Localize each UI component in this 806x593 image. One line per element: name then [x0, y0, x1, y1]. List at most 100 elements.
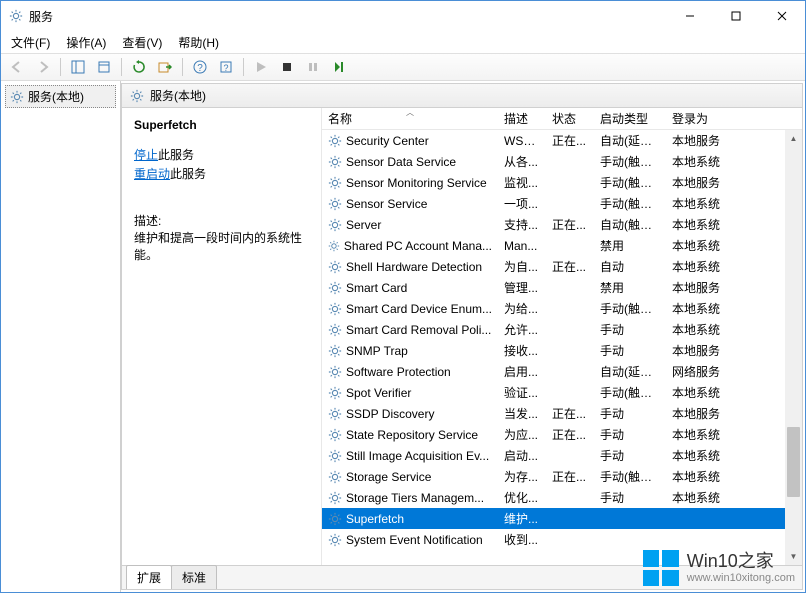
close-button[interactable]	[759, 1, 805, 31]
menu-action[interactable]: 操作(A)	[66, 34, 106, 51]
service-row[interactable]: Still Image Acquisition Ev...启动...手动本地系统	[322, 445, 802, 466]
export-list-button[interactable]	[153, 55, 177, 79]
row-logon: 本地系统	[666, 216, 736, 233]
menu-file[interactable]: 文件(F)	[11, 34, 50, 51]
service-row[interactable]: Smart Card管理...禁用本地服务	[322, 277, 802, 298]
service-row[interactable]: State Repository Service为应...正在...手动本地系统	[322, 424, 802, 445]
description-text: 维护和提高一段时间内的系统性能。	[134, 229, 309, 263]
row-logon: 本地服务	[666, 174, 736, 191]
service-row[interactable]: Security CenterWSC...正在...自动(延迟...本地服务	[322, 130, 802, 151]
service-row[interactable]: SNMP Trap接收...手动本地服务	[322, 340, 802, 361]
service-row[interactable]: System Event Notification 收到...	[322, 529, 802, 550]
service-row[interactable]: Sensor Monitoring Service监视...手动(触发...本地…	[322, 172, 802, 193]
help2-button[interactable]: ?	[214, 55, 238, 79]
service-row[interactable]: Smart Card Removal Poli...允许...手动本地系统	[322, 319, 802, 340]
row-startup: 自动(延迟...	[594, 132, 666, 149]
service-row[interactable]: Software Protection启用...自动(延迟...网络服务	[322, 361, 802, 382]
tree-node-services-local[interactable]: 服务(本地)	[5, 85, 116, 108]
restart-link[interactable]: 重启动	[134, 167, 170, 181]
gear-icon	[328, 386, 342, 400]
row-startup: 手动	[594, 405, 666, 422]
row-logon: 本地系统	[666, 300, 736, 317]
tab-standard[interactable]: 标准	[171, 565, 217, 589]
toolbar: ? ?	[1, 53, 805, 81]
service-row[interactable]: Server支持...正在...自动(触发...本地系统	[322, 214, 802, 235]
refresh-button[interactable]	[127, 55, 151, 79]
nav-back-button	[5, 55, 29, 79]
row-desc: 为存...	[498, 468, 546, 485]
row-desc: 收到...	[498, 531, 546, 548]
row-status: 正在...	[546, 405, 594, 422]
show-hide-tree-button[interactable]	[66, 55, 90, 79]
service-row[interactable]: Smart Card Device Enum...为给...手动(触发...本地…	[322, 298, 802, 319]
scroll-thumb[interactable]	[787, 427, 800, 497]
selected-service-name: Superfetch	[134, 118, 309, 132]
row-name: System Event Notification	[346, 533, 483, 547]
row-desc: 启用...	[498, 363, 546, 380]
service-row[interactable]: Spot Verifier验证...手动(触发...本地系统	[322, 382, 802, 403]
windows-logo-icon	[643, 550, 679, 586]
menu-view[interactable]: 查看(V)	[122, 34, 162, 51]
row-desc: 支持...	[498, 216, 546, 233]
maximize-button[interactable]	[713, 1, 759, 31]
row-logon: 本地系统	[666, 426, 736, 443]
minimize-button[interactable]	[667, 1, 713, 31]
row-startup: 手动(触发...	[594, 300, 666, 317]
row-desc: 一项...	[498, 195, 546, 212]
gear-icon	[328, 407, 342, 421]
service-row[interactable]: Shared PC Account Mana...Man...禁用本地系统	[322, 235, 802, 256]
column-headers: ︿ 名称 描述 状态 启动类型 登录为	[322, 108, 802, 130]
tree-pane: 服务(本地)	[1, 81, 121, 592]
tab-extended[interactable]: 扩展	[126, 565, 172, 589]
row-logon: 本地服务	[666, 132, 736, 149]
service-row[interactable]: Storage Service为存...正在...手动(触发...本地系统	[322, 466, 802, 487]
row-desc: 为自...	[498, 258, 546, 275]
service-row[interactable]: SSDP Discovery当发...正在...手动本地服务	[322, 403, 802, 424]
row-logon: 本地系统	[666, 384, 736, 401]
vertical-scrollbar[interactable]: ▲ ▼	[785, 130, 802, 565]
row-logon: 本地系统	[666, 447, 736, 464]
nav-forward-button	[31, 55, 55, 79]
row-desc: 优化...	[498, 489, 546, 506]
gear-icon	[328, 239, 340, 253]
row-logon: 本地服务	[666, 405, 736, 422]
scroll-up-icon[interactable]: ▲	[785, 130, 802, 147]
scroll-track[interactable]	[785, 147, 802, 548]
row-logon: 网络服务	[666, 363, 736, 380]
start-service-button	[249, 55, 273, 79]
row-name: Storage Tiers Managem...	[346, 491, 484, 505]
gear-icon	[328, 428, 342, 442]
row-desc: 验证...	[498, 384, 546, 401]
row-name: Shell Hardware Detection	[346, 260, 482, 274]
help-button[interactable]: ?	[188, 55, 212, 79]
row-name: Smart Card Removal Poli...	[346, 323, 491, 337]
service-row[interactable]: Storage Tiers Managem...优化...手动本地系统	[322, 487, 802, 508]
column-header-logon[interactable]: 登录为	[666, 110, 736, 127]
row-name: Spot Verifier	[346, 386, 411, 400]
stop-service-button[interactable]	[275, 55, 299, 79]
service-rows: Security CenterWSC...正在...自动(延迟...本地服务Se…	[322, 130, 802, 565]
column-header-startup[interactable]: 启动类型	[594, 110, 666, 127]
restart-service-button[interactable]	[327, 55, 351, 79]
service-row[interactable]: Shell Hardware Detection为自...正在...自动本地系统	[322, 256, 802, 277]
row-startup: 手动(触发...	[594, 174, 666, 191]
properties-button[interactable]	[92, 55, 116, 79]
menu-help[interactable]: 帮助(H)	[178, 34, 219, 51]
service-row[interactable]: Superfetch维护...	[322, 508, 802, 529]
column-header-desc[interactable]: 描述	[498, 110, 546, 127]
services-window: 服务 文件(F) 操作(A) 查看(V) 帮助(H) ? ?	[0, 0, 806, 593]
row-startup: 手动(触发...	[594, 195, 666, 212]
service-row[interactable]: Sensor Service一项...手动(触发...本地系统	[322, 193, 802, 214]
service-row[interactable]: Sensor Data Service从各...手动(触发...本地系统	[322, 151, 802, 172]
column-header-status[interactable]: 状态	[546, 110, 594, 127]
row-name: Sensor Monitoring Service	[346, 176, 487, 190]
gear-icon	[328, 218, 342, 232]
row-logon: 本地系统	[666, 195, 736, 212]
gear-icon	[328, 197, 342, 211]
row-name: Still Image Acquisition Ev...	[346, 449, 489, 463]
row-name: Storage Service	[346, 470, 431, 484]
row-desc: 为给...	[498, 300, 546, 317]
row-name: Superfetch	[346, 512, 404, 526]
window-title: 服务	[29, 8, 53, 25]
stop-link[interactable]: 停止	[134, 148, 158, 162]
